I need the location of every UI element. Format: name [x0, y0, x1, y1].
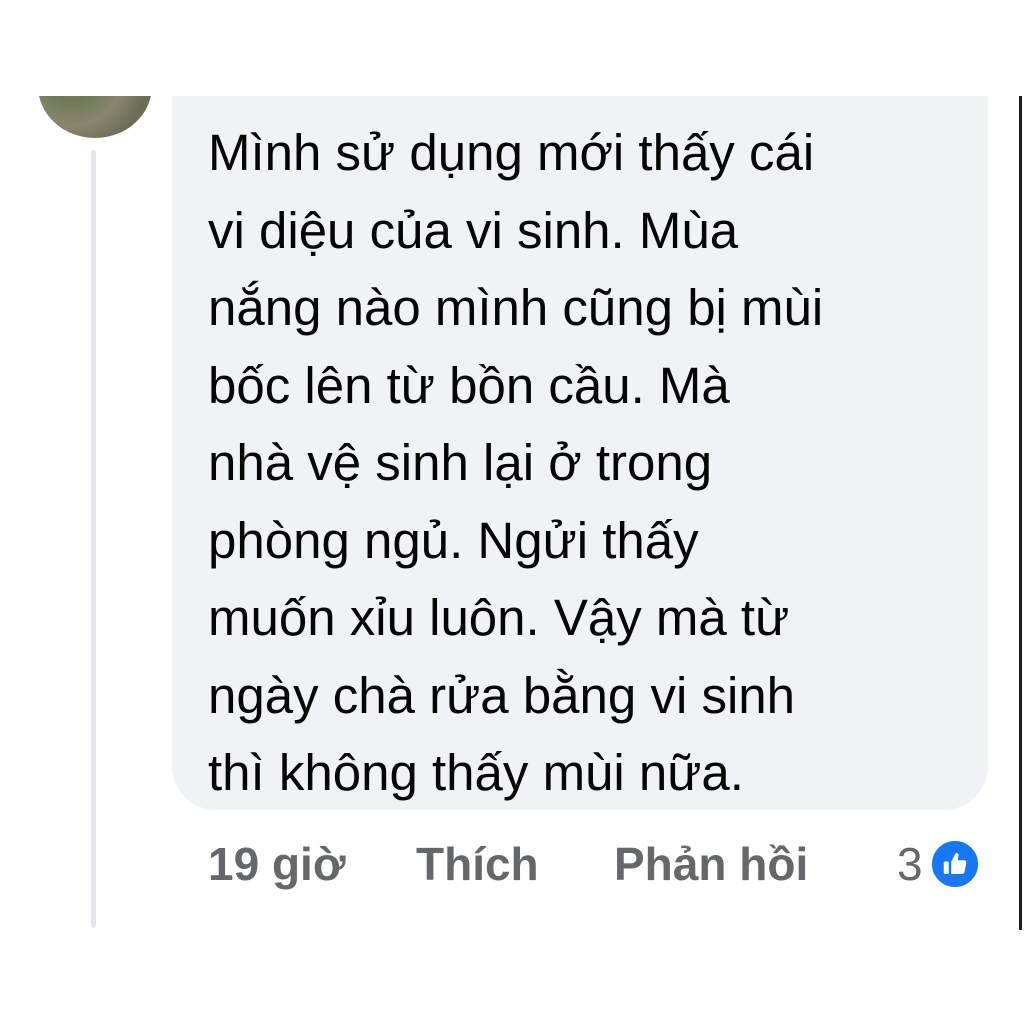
reaction-count: 3: [897, 838, 923, 890]
top-crop-area: [0, 0, 1024, 96]
thread-line: [91, 150, 96, 928]
comment-line: thì không thấy mùi nữa.: [208, 744, 744, 801]
comment-line: muốn xỉu luôn. Vậy mà từ: [208, 589, 790, 646]
comment-line: nhà vệ sinh lại ở trong: [208, 434, 713, 491]
comment-text: Mình sử dụng mới thấy cái vi diệu của vi…: [208, 114, 988, 812]
like-button[interactable]: Thích: [416, 834, 539, 894]
comment-line: nắng nào mình cũng bị mùi: [208, 279, 824, 336]
reply-button[interactable]: Phản hồi: [614, 834, 808, 894]
like-thumbs-up-icon: [928, 838, 981, 890]
right-border: [1019, 96, 1022, 930]
comment-line: Mình sử dụng mới thấy cái: [208, 124, 815, 181]
comment-line: ngày chà rửa bằng vi sinh: [208, 666, 795, 724]
comment-timestamp[interactable]: 19 giờ: [208, 834, 346, 894]
comment-line: bốc lên từ bồn cầu. Mà: [208, 356, 730, 414]
comment-screenshot: Mình sử dụng mới thấy cái vi diệu của vi…: [0, 0, 1024, 1024]
comment-line: phòng ngủ. Ngửi thấy: [208, 511, 699, 569]
thumbs-up-glyph-icon: [943, 853, 966, 874]
comment-line: vi diệu của vi sinh. Mùa: [208, 201, 739, 259]
reaction-summary[interactable]: 3: [897, 834, 981, 894]
